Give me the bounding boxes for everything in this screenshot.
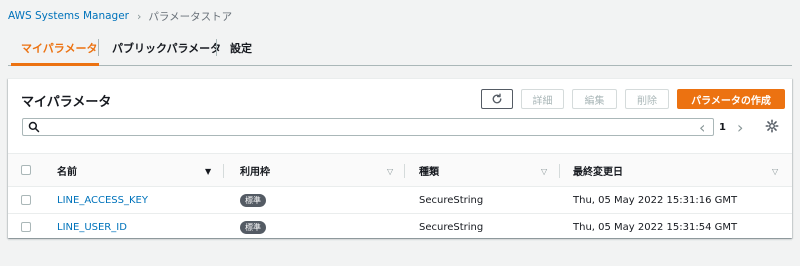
column-header-type[interactable]: 種類 (419, 154, 439, 187)
refresh-icon (492, 93, 502, 104)
search-input[interactable] (45, 119, 705, 135)
delete-button[interactable]: 削除 (625, 89, 669, 109)
column-header-modified[interactable]: 最終変更日 (573, 154, 623, 187)
column-divider (559, 164, 560, 178)
gear-icon[interactable] (765, 119, 779, 133)
sort-icon[interactable]: ▽ (387, 167, 393, 176)
row-checkbox[interactable] (21, 195, 31, 205)
tier-badge: 標準 (240, 221, 266, 234)
last-modified-date: Thu, 05 May 2022 15:31:54 GMT (573, 221, 738, 233)
row-checkbox[interactable] (21, 222, 31, 232)
panel-title: マイパラメータ (21, 95, 112, 110)
tab-bar: マイパラメータ パブリックパラメータ 設定 (8, 30, 792, 66)
tab-settings[interactable]: 設定 (230, 30, 252, 65)
tier-badge: 標準 (240, 194, 266, 207)
parameter-name-link[interactable]: LINE_ACCESS_KEY (57, 187, 148, 213)
detail-button[interactable]: 詳細 (521, 89, 564, 109)
sort-icon[interactable]: ▽ (541, 167, 547, 176)
edit-button[interactable]: 編集 (572, 89, 617, 109)
breadcrumb-current: パラメータストア (148, 10, 233, 23)
last-modified-date: Thu, 05 May 2022 15:31:16 GMT (573, 194, 738, 206)
create-parameter-button[interactable]: パラメータの作成 (677, 89, 785, 109)
search-icon (28, 121, 40, 133)
parameters-table: 名前 ▼ 利用枠 ▽ 種類 ▽ 最終変更日 ▽ LINE_ACCESS_KEY … (8, 153, 792, 241)
parameter-type: SecureString (419, 221, 484, 233)
tab-divider (216, 39, 217, 56)
sort-icon[interactable]: ▽ (772, 167, 778, 176)
select-all-checkbox[interactable] (21, 165, 31, 175)
breadcrumb-systems-manager-link[interactable]: AWS Systems Manager (8, 10, 129, 22)
table-row: LINE_ACCESS_KEY 標準 SecureString Thu, 05 … (8, 187, 792, 214)
column-divider (404, 164, 405, 178)
chevron-right-icon: › (737, 117, 744, 137)
parameter-name-link[interactable]: LINE_USER_ID (57, 214, 127, 240)
pagination-prev-button[interactable]: ‹ (699, 117, 705, 137)
refresh-button[interactable] (481, 89, 513, 109)
breadcrumb: AWS Systems Manager › パラメータストア (8, 9, 232, 23)
tab-my-parameters-label: マイパラメータ (21, 41, 98, 55)
pagination-next-button[interactable]: › (737, 117, 743, 137)
sort-desc-icon[interactable]: ▼ (205, 167, 211, 176)
search-box[interactable] (22, 118, 714, 136)
column-header-tier[interactable]: 利用枠 (240, 154, 270, 187)
table-row: LINE_USER_ID 標準 SecureString Thu, 05 May… (8, 214, 792, 241)
pagination-current-page[interactable]: 1 (719, 117, 726, 137)
tab-divider (98, 39, 99, 56)
table-header: 名前 ▼ 利用枠 ▽ 種類 ▽ 最終変更日 ▽ (8, 153, 792, 187)
parameter-type: SecureString (419, 194, 484, 206)
tab-my-parameters[interactable]: マイパラメータ (21, 30, 97, 65)
tab-public-parameters[interactable]: パブリックパラメータ (112, 30, 221, 65)
tab-settings-label: 設定 (230, 41, 252, 55)
chevron-left-icon: ‹ (699, 117, 706, 137)
active-tab-indicator (11, 63, 99, 66)
chevron-right-icon: › (136, 9, 142, 23)
column-header-name[interactable]: 名前 (57, 154, 77, 187)
column-divider (223, 164, 224, 178)
parameters-panel: マイパラメータ 詳細 編集 削除 パラメータの作成 ‹ 1 › 名前 ▼ 利用枠 (8, 78, 792, 241)
tab-public-parameters-label: パブリックパラメータ (112, 41, 222, 55)
